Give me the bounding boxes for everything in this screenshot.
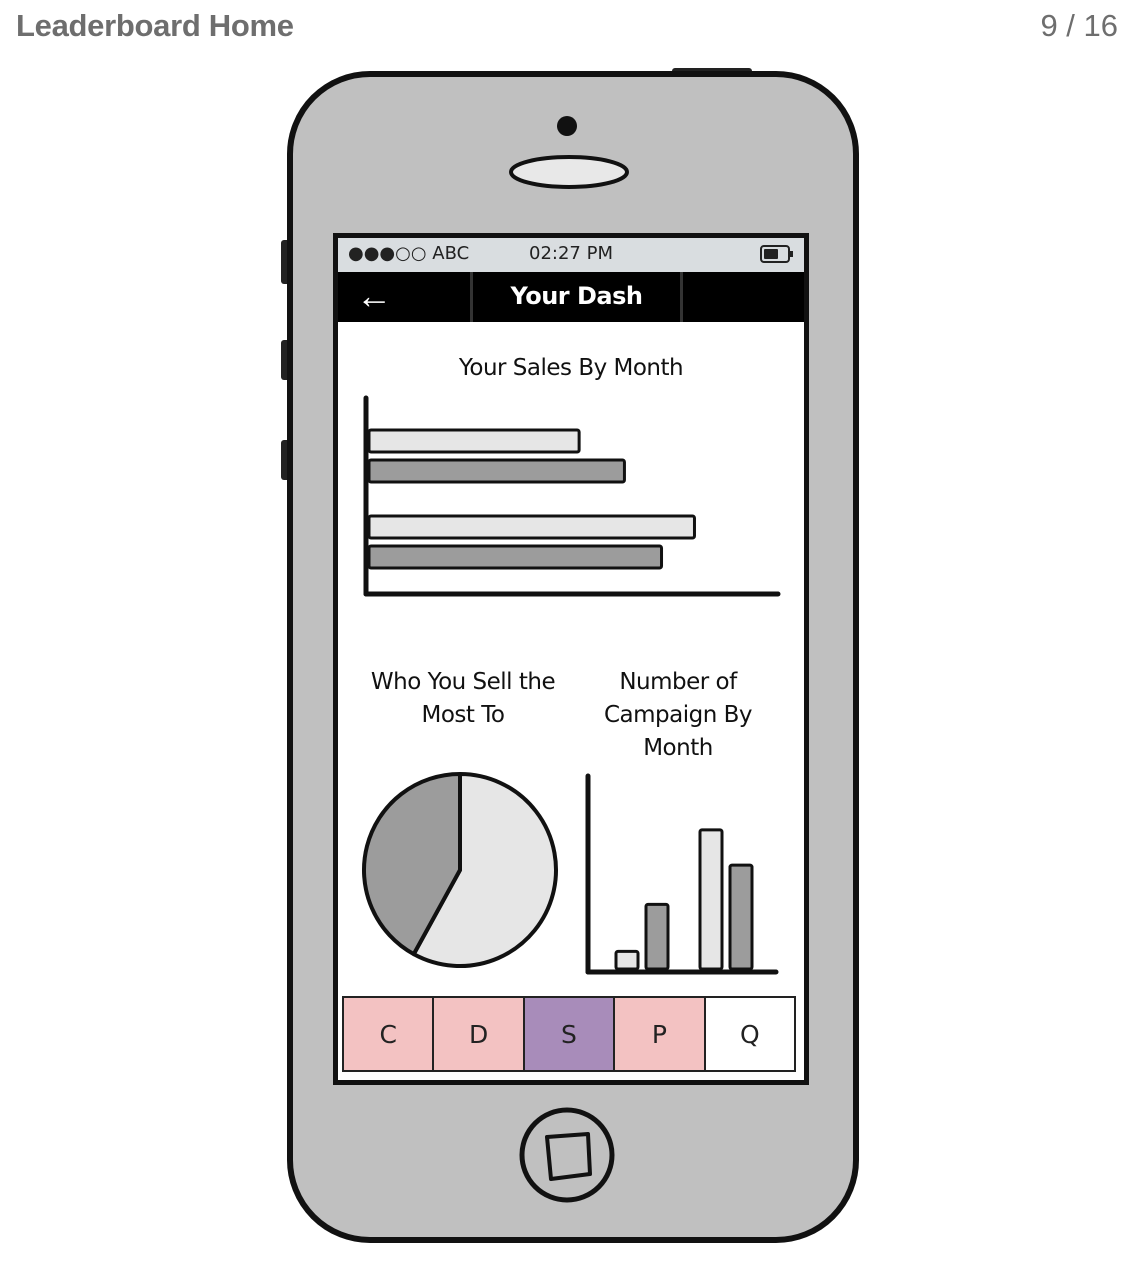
campaign-bar-1-2 <box>644 902 670 971</box>
sales-bar-2-2 <box>367 544 664 570</box>
campaign-bar-2-1 <box>698 828 724 971</box>
sales-bar-1-1 <box>367 428 581 454</box>
tab-s[interactable]: S <box>522 996 616 1072</box>
camera-icon <box>557 116 577 136</box>
tab-q[interactable]: Q <box>703 996 796 1072</box>
tab-bar: CDSPQ <box>342 996 796 1072</box>
tab-c[interactable]: C <box>342 996 435 1072</box>
home-square-icon <box>545 1132 592 1181</box>
campaign-bar-1-1 <box>614 949 640 971</box>
speaker-icon <box>509 155 629 189</box>
tab-p[interactable]: P <box>613 996 706 1072</box>
phone-screen: ●●●○○ ABC 02:27 PM ← Your Dash Your Sale… <box>338 238 804 1080</box>
campaign-bar-2-2 <box>728 863 754 971</box>
tab-d[interactable]: D <box>432 996 525 1072</box>
dashboard-charts <box>361 395 781 975</box>
sales-bar-1-2 <box>367 458 626 484</box>
sales-bar-2-1 <box>367 514 696 540</box>
